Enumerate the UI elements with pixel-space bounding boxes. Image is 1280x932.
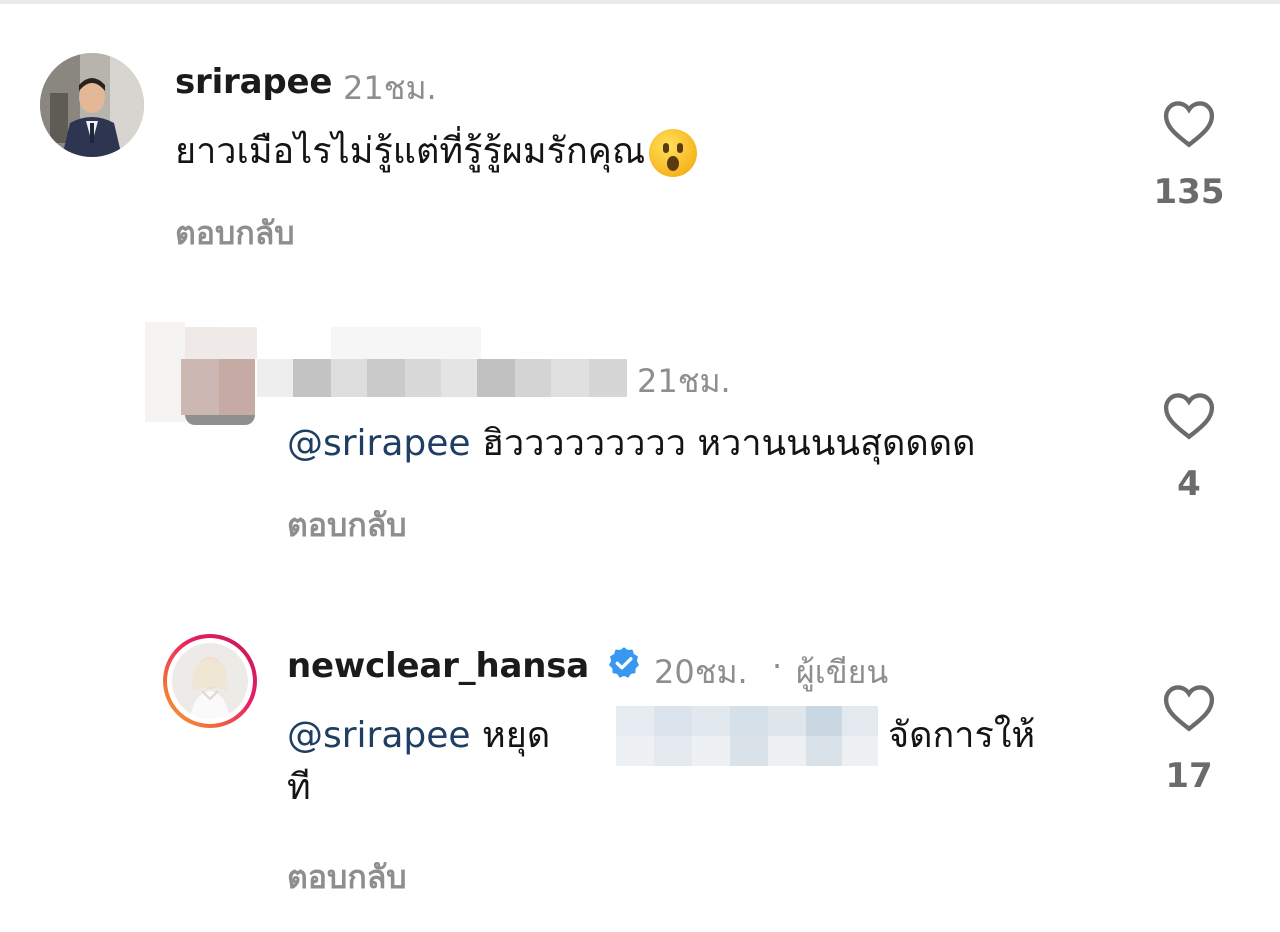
- like-button[interactable]: 4: [1139, 392, 1239, 504]
- avatar-story-ring[interactable]: [163, 634, 257, 728]
- comment-time: 21ชม.: [637, 362, 731, 400]
- comment-time: 21ชม.: [343, 69, 437, 107]
- verified-badge-icon: [606, 645, 642, 685]
- like-count: 135: [1153, 172, 1225, 212]
- avatar-photo: [40, 53, 144, 157]
- comment-username[interactable]: newclear_hansa: [287, 646, 589, 686]
- reply-button[interactable]: ตอบกลับ: [287, 852, 407, 903]
- comment-newclear-hansa: newclear_hansa 20ชม. · ผู้เขียน @srirape…: [0, 590, 1280, 932]
- comment-text: ยาวเมือไรไม่รู้แต่ที่รู้รู้ผมรักคุณ: [175, 126, 1075, 178]
- comment-time: 20ชม.: [654, 653, 748, 691]
- meta-separator: ·: [772, 647, 783, 685]
- comment-body: ฮิววววววววว หวานนนนสุดดดด: [482, 423, 976, 464]
- reply-button[interactable]: ตอบกลับ: [175, 208, 295, 259]
- heart-outline-icon: [1163, 685, 1215, 732]
- author-label: ผู้เขียน: [796, 653, 889, 691]
- like-count: 4: [1177, 464, 1201, 504]
- comment-srirapee: srirapee 21ชม. ยาวเมือไรไม่รู้แต่ที่รู้ร…: [0, 0, 1280, 280]
- blurred-mention: [616, 706, 878, 766]
- heart-outline-icon: [1163, 393, 1215, 440]
- reply-button[interactable]: ตอบกลับ: [287, 500, 407, 551]
- comment-body-wrap: ที: [287, 767, 311, 808]
- like-button[interactable]: 135: [1139, 100, 1239, 212]
- comment-body: ยาวเมือไรไม่รู้แต่ที่รู้รู้ผมรักคุณ: [175, 131, 646, 172]
- comment-body-continued: จัดการให้: [888, 715, 1036, 756]
- mention-link[interactable]: @srirapee: [287, 423, 471, 464]
- avatar[interactable]: [40, 53, 144, 157]
- like-count: 17: [1165, 756, 1213, 796]
- comment-reply-blurred: 21ชม. @srirapee ฮิววววววววว หวานนนนสุดดด…: [0, 300, 1280, 560]
- astonished-face-emoji-icon: [649, 129, 698, 177]
- like-button[interactable]: 17: [1139, 684, 1239, 796]
- blurred-username: [145, 322, 630, 425]
- comment-body: หยุด: [482, 715, 551, 756]
- comment-username[interactable]: srirapee: [175, 62, 332, 102]
- heart-outline-icon: [1163, 101, 1215, 148]
- comments-page: srirapee 21ชม. ยาวเมือไรไม่รู้แต่ที่รู้ร…: [0, 0, 1280, 932]
- avatar-photo: [172, 643, 248, 719]
- comment-text: @srirapee ฮิววววววววว หวานนนนสุดดดด: [287, 418, 1117, 470]
- mention-link[interactable]: @srirapee: [287, 715, 471, 756]
